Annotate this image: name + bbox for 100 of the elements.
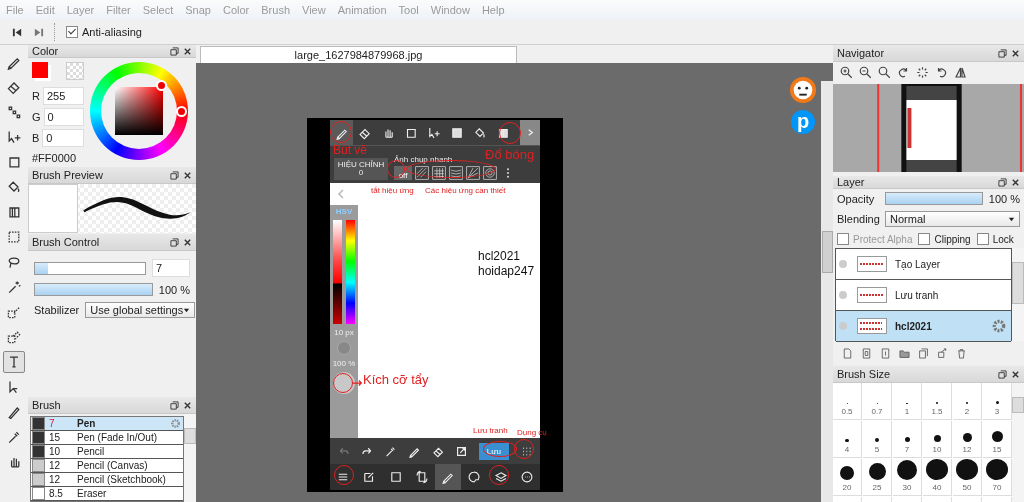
merge-down-icon[interactable] — [936, 347, 949, 360]
close-icon[interactable] — [183, 237, 192, 247]
brush-size-cell[interactable]: 30 — [893, 459, 922, 496]
brush-size-cell[interactable]: 0.5 — [833, 383, 862, 420]
restore-icon[interactable] — [170, 400, 179, 410]
restore-icon[interactable] — [998, 369, 1007, 379]
scrollbar[interactable] — [821, 81, 833, 502]
anti-aliasing-checkbox[interactable]: Anti-aliasing — [66, 26, 142, 38]
brush-size-cell[interactable]: 40 — [923, 459, 952, 496]
new-layer-icon[interactable] — [841, 347, 854, 360]
brush-size-cell[interactable]: 1 — [893, 383, 922, 420]
brush-size-field[interactable]: 7 — [152, 259, 190, 277]
visibility-dot[interactable] — [839, 322, 847, 330]
hex-value: #FF0000 — [32, 152, 78, 164]
channel-field[interactable]: 0 — [43, 108, 84, 126]
panel-title: Layer — [837, 176, 865, 188]
brush-list-item[interactable]: 7 Pen — [31, 417, 183, 431]
text-tool-button[interactable] — [3, 351, 25, 373]
document-tab[interactable]: large_1627984879968.jpg — [200, 46, 517, 63]
layer-1bit-icon[interactable] — [879, 347, 892, 360]
annotation-arrow — [353, 379, 363, 387]
scrollbar[interactable] — [1012, 383, 1024, 502]
brush-list-item[interactable]: 12 Pencil (Canvas) — [31, 459, 183, 473]
close-icon[interactable] — [1011, 48, 1020, 58]
brush-size-cell[interactable]: 12 — [953, 421, 982, 458]
brush-size-cell[interactable]: 10 — [923, 421, 952, 458]
panel-title: Brush Preview — [32, 169, 103, 181]
zoom-in-icon[interactable] — [839, 65, 854, 80]
mascot-icon[interactable] — [789, 76, 817, 104]
scrollbar[interactable] — [1012, 248, 1024, 341]
move-icon — [6, 129, 22, 145]
scrollbar[interactable] — [184, 414, 196, 502]
brush-list-item[interactable]: 12 Pencil (Sketchbook) — [31, 473, 183, 487]
brush-size-slider[interactable] — [34, 261, 146, 275]
brush-size-cell[interactable]: 50 — [953, 459, 982, 496]
brush-size-cell[interactable]: 20 — [833, 459, 862, 496]
annotation-text: Lưu tranh — [473, 427, 508, 436]
brush-size-cell[interactable]: 15 — [983, 421, 1012, 458]
layer-opacity-slider[interactable] — [885, 192, 983, 205]
restore-icon[interactable] — [998, 177, 1007, 187]
duplicate-icon[interactable] — [917, 347, 930, 360]
channel-field[interactable]: 255 — [42, 87, 84, 105]
restore-icon[interactable] — [998, 48, 1007, 58]
close-icon[interactable] — [183, 400, 192, 410]
layer-option-checkbox[interactable]: Lock — [976, 233, 1014, 245]
close-icon[interactable] — [1011, 177, 1020, 187]
restore-icon[interactable] — [170, 46, 179, 56]
delete-icon[interactable] — [955, 347, 968, 360]
blending-dropdown[interactable]: Normal — [885, 211, 1020, 227]
brush-size-cell[interactable]: 70 — [983, 459, 1012, 496]
brush-size-cell[interactable]: 2 — [953, 383, 982, 420]
export-icon — [455, 444, 469, 458]
brush-size-value: 10 px — [334, 328, 354, 337]
brush-size-cell[interactable]: 1.5 — [923, 383, 952, 420]
flip-icon[interactable] — [953, 65, 968, 80]
navigator-thumbnail[interactable] — [833, 84, 1024, 172]
layer-option-checkbox[interactable]: Clipping — [918, 233, 971, 245]
transparent-swatch[interactable] — [66, 62, 84, 80]
brush-name: Pencil (Canvas) — [77, 460, 149, 471]
channel-label: R — [32, 90, 40, 102]
layer-row[interactable]: hcl2021 — [836, 311, 1011, 342]
restore-icon[interactable] — [170, 170, 179, 180]
foreground-color-swatch[interactable] — [32, 62, 48, 78]
brush-list-item[interactable]: 10 Pencil — [31, 445, 183, 459]
zoom-out-icon[interactable] — [858, 65, 873, 80]
brush-size-cell[interactable]: 3 — [983, 383, 1012, 420]
brush-size-cell[interactable]: 0.7 — [863, 383, 892, 420]
rotate-reset-icon[interactable] — [915, 65, 930, 80]
brush-list-item[interactable]: 8.5 Eraser — [31, 487, 183, 501]
bucket-icon — [6, 179, 22, 195]
folder-icon[interactable] — [898, 347, 911, 360]
effect-icon — [432, 166, 446, 180]
selection-icon — [6, 229, 22, 245]
close-icon[interactable] — [183, 46, 192, 56]
brush-size: 10 — [49, 446, 62, 457]
brush-size-cell[interactable]: 5 — [863, 421, 892, 458]
channel-field[interactable]: 0 — [42, 129, 84, 147]
visibility-dot[interactable] — [839, 260, 847, 268]
next-icon[interactable] — [33, 26, 44, 38]
zoom-reset-icon[interactable] — [877, 65, 892, 80]
stabilizer-dropdown[interactable]: Use global settings — [85, 302, 196, 318]
panel-title: Brush Control — [32, 236, 100, 248]
effect-icon — [483, 166, 497, 180]
gear-icon[interactable] — [991, 318, 1007, 334]
layer-8bit-icon[interactable] — [860, 347, 873, 360]
restore-icon[interactable] — [170, 237, 179, 247]
opacity-value: 100 % — [988, 192, 1020, 205]
stabilizer-label: Stabilizer — [34, 304, 80, 316]
brush-list-item[interactable]: 15 Pen (Fade In/Out) — [31, 431, 183, 445]
brush-size-cell[interactable]: 7 — [893, 421, 922, 458]
brush-size-cell[interactable]: 25 — [863, 459, 892, 496]
close-icon[interactable] — [183, 170, 192, 180]
brush-opacity-slider[interactable] — [34, 283, 153, 296]
caret-icon — [183, 306, 191, 314]
brush-size-cell[interactable]: 4 — [833, 421, 862, 458]
visibility-dot[interactable] — [839, 291, 847, 299]
previous-icon[interactable] — [12, 26, 23, 38]
layer-row[interactable]: Tạo Layer — [836, 249, 1011, 280]
gear-icon[interactable] — [170, 418, 181, 429]
close-icon[interactable] — [1011, 369, 1020, 379]
